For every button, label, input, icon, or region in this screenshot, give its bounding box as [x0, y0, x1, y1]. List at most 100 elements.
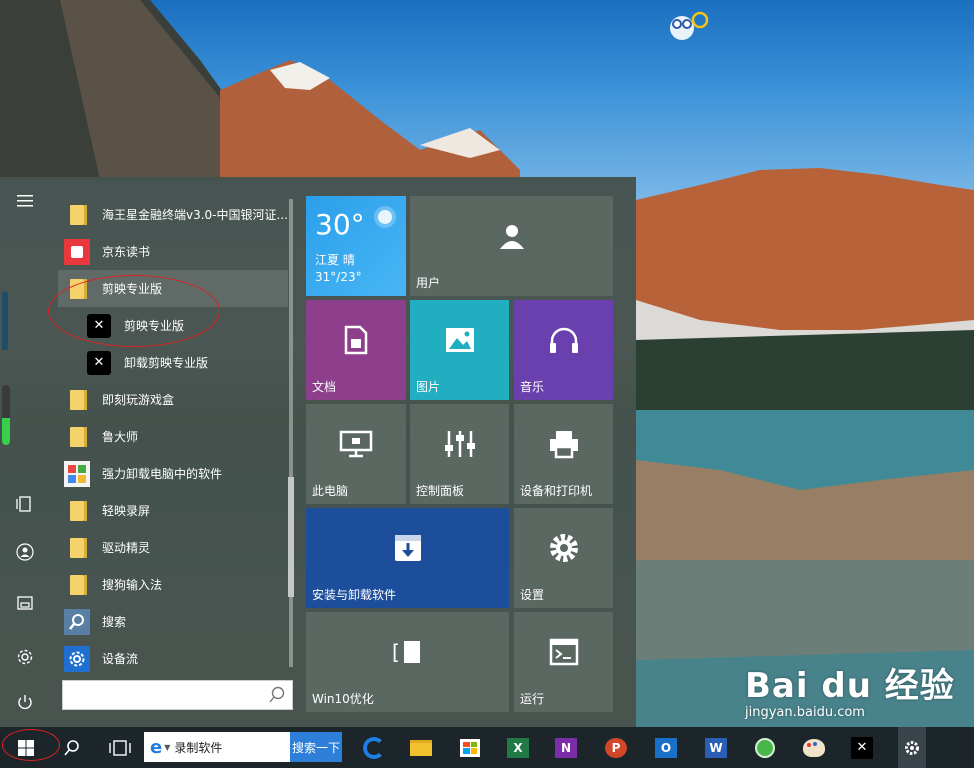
- weather-temp: 30°: [315, 208, 365, 241]
- onenote-icon[interactable]: N: [550, 727, 582, 768]
- list-item[interactable]: 搜狗输入法: [58, 566, 288, 603]
- excel-icon[interactable]: X: [502, 727, 534, 768]
- list-item[interactable]: 设备流: [58, 640, 288, 677]
- folder-icon: [62, 385, 92, 415]
- gear-icon: [514, 508, 613, 588]
- tile-label: 控制面板: [416, 484, 465, 498]
- file-explorer-icon[interactable]: [405, 727, 437, 768]
- user-icon[interactable]: [7, 534, 43, 570]
- list-item[interactable]: 鲁大师: [58, 418, 288, 455]
- search-icon[interactable]: [56, 727, 88, 768]
- user-icon: [410, 196, 613, 276]
- address-value: 录制软件: [174, 740, 223, 755]
- tile-label: 安装与卸载软件: [312, 588, 397, 602]
- list-item-label: 驱动精灵: [102, 541, 151, 555]
- settings-tile[interactable]: 设置: [514, 508, 613, 608]
- tile-label: Win10优化: [312, 692, 374, 706]
- tile-label: 设备和打印机: [520, 484, 593, 498]
- folder-icon: [62, 422, 92, 452]
- svg-text:[: [: [392, 640, 400, 664]
- baidu-watermark: Bai du 经验 jingyan.baidu.com: [745, 658, 955, 720]
- start-search-box[interactable]: [62, 680, 293, 710]
- search-icon[interactable]: [268, 686, 286, 708]
- install-uninstall-tile[interactable]: 安装与卸载软件: [306, 508, 509, 608]
- document-icon: [306, 300, 406, 380]
- paint-icon[interactable]: [798, 727, 830, 768]
- hamburger-icon[interactable]: [7, 183, 43, 219]
- this-pc-tile[interactable]: 此电脑: [306, 404, 406, 504]
- documents-tile[interactable]: 文档: [306, 300, 406, 400]
- music-tile[interactable]: 音乐: [514, 300, 613, 400]
- win10-optimize-tile[interactable]: [ Win10优化: [306, 612, 509, 712]
- list-item-label: 京东读书: [102, 245, 151, 259]
- control-panel-tile[interactable]: 控制面板: [410, 404, 509, 504]
- tile-label: 设置: [520, 588, 545, 602]
- list-item-label: 海王星金融终端v3.0-中国银河证...: [102, 208, 288, 222]
- list-item[interactable]: ✕ 卸载剪映专业版: [58, 344, 288, 381]
- weather-range: 31°/23°: [315, 270, 362, 284]
- rail-indicator-green: [2, 385, 10, 445]
- capcut-icon[interactable]: ✕: [846, 727, 878, 768]
- edge-icon[interactable]: [358, 727, 390, 768]
- devices-printers-tile[interactable]: 设备和打印机: [514, 404, 613, 504]
- folder-icon: [62, 496, 92, 526]
- uninstall-tool-icon: [62, 459, 92, 489]
- tile-label: 音乐: [520, 380, 545, 394]
- list-item-label: 搜索: [102, 615, 127, 629]
- start-search-input[interactable]: [63, 681, 275, 709]
- tile-label: 用户: [416, 276, 441, 290]
- settings-icon[interactable]: [898, 727, 926, 768]
- list-item[interactable]: 轻映录屏: [58, 492, 288, 529]
- pictures-icon: [410, 300, 509, 380]
- taskbar-address-box[interactable]: e ▼ 录制软件: [144, 732, 290, 762]
- outlook-icon[interactable]: O: [650, 727, 682, 768]
- task-view-icon[interactable]: [104, 727, 136, 768]
- list-item-label: 强力卸载电脑中的软件: [102, 467, 223, 481]
- app-list-scrollbar-thumb[interactable]: [288, 477, 294, 597]
- monitor-icon: [306, 404, 406, 484]
- sliders-icon: [410, 404, 509, 484]
- window-optimize-icon: [: [306, 612, 509, 692]
- powerpoint-icon[interactable]: P: [600, 727, 632, 768]
- dropdown-arrow-icon[interactable]: ▼: [164, 743, 170, 752]
- list-item[interactable]: 强力卸载电脑中的软件: [58, 455, 288, 492]
- list-item-label: 卸载剪映专业版: [124, 356, 209, 370]
- list-item-label: 搜狗输入法: [102, 578, 163, 592]
- power-icon[interactable]: [7, 684, 43, 720]
- tile-label: 文档: [312, 380, 337, 394]
- rail-indicator-blue: [2, 292, 8, 350]
- folder-icon: [62, 200, 92, 230]
- pictures-icon[interactable]: [7, 585, 43, 621]
- jd-read-icon: [62, 237, 92, 267]
- list-item[interactable]: 京东读书: [58, 233, 288, 270]
- document-icon[interactable]: [7, 486, 43, 522]
- start-left-rail: [0, 177, 50, 727]
- search-icon: [62, 607, 92, 637]
- folder-icon: [62, 570, 92, 600]
- network-icon[interactable]: [749, 727, 781, 768]
- list-item-label: 轻映录屏: [102, 504, 151, 518]
- list-item[interactable]: 驱动精灵: [58, 529, 288, 566]
- list-item[interactable]: 海王星金融终端v3.0-中国银河证...: [58, 196, 288, 233]
- watermark-url: jingyan.baidu.com: [745, 705, 865, 720]
- owl-sticker-icon: [668, 10, 710, 42]
- weather-tile[interactable]: 30° 江夏 晴 31°/23°: [306, 196, 406, 296]
- annotation-circle: [48, 275, 220, 347]
- list-item[interactable]: 即刻玩游戏盒: [58, 381, 288, 418]
- list-item[interactable]: 搜索: [58, 603, 288, 640]
- box-download-icon: [306, 508, 509, 588]
- terminal-icon: [514, 612, 613, 692]
- store-icon[interactable]: [454, 727, 486, 768]
- gear-icon[interactable]: [7, 639, 43, 675]
- annotation-circle-start: [2, 729, 60, 761]
- capcut-icon: ✕: [84, 348, 114, 378]
- headphones-icon: [514, 300, 613, 380]
- weather-location: 江夏 晴: [315, 253, 355, 267]
- printer-icon: [514, 404, 613, 484]
- pictures-tile[interactable]: 图片: [410, 300, 509, 400]
- word-icon[interactable]: W: [700, 727, 732, 768]
- user-tile[interactable]: 用户: [410, 196, 613, 296]
- run-tile[interactable]: 运行: [514, 612, 613, 712]
- search-go-button[interactable]: 搜索一下: [290, 732, 342, 762]
- list-item-label: 即刻玩游戏盒: [102, 393, 175, 407]
